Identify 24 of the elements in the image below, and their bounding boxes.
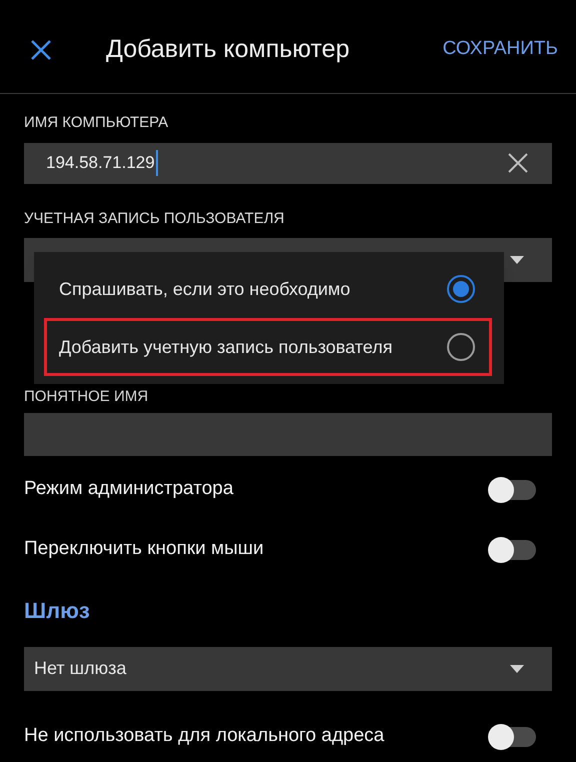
setting-label: Не использовать для локального адреса	[24, 724, 384, 748]
toggle-switch[interactable]	[490, 480, 536, 500]
close-icon	[30, 38, 52, 60]
radio-button[interactable]	[447, 333, 475, 361]
friendly-name-field[interactable]	[24, 412, 552, 456]
page-title: Добавить компьютер	[106, 34, 350, 65]
setting-label: Переключить кнопки мыши	[24, 537, 264, 562]
field-label: ИМЯ КОМПЬЮТЕРА	[24, 113, 170, 133]
field-label: ПОНЯТНОЕ ИМЯ	[24, 387, 150, 407]
gateway-dropdown[interactable]: Нет шлюза	[24, 646, 552, 690]
save-button[interactable]: СОХРАНИТЬ	[442, 35, 558, 64]
menu-option[interactable]: Спрашивать, если это необходимо	[44, 260, 492, 318]
field-value: 194.58.71.129	[46, 150, 158, 176]
dropdown-arrow-icon	[510, 256, 524, 264]
clear-icon[interactable]	[508, 153, 528, 173]
section-heading: Шлюз	[24, 596, 91, 624]
menu-option[interactable]: Добавить учетную запись пользователя	[44, 318, 492, 376]
toggle-switch[interactable]	[490, 540, 536, 560]
dropdown-arrow-icon	[510, 664, 524, 672]
field-label: УЧЕТНАЯ ЗАПИСЬ ПОЛЬЗОВАТЕЛЯ	[24, 208, 286, 228]
radio-button[interactable]	[447, 275, 475, 303]
toggle-switch[interactable]	[490, 726, 536, 746]
setting-label: Режим администратора	[24, 477, 234, 502]
computer-name-field[interactable]: 194.58.71.129	[24, 142, 552, 184]
